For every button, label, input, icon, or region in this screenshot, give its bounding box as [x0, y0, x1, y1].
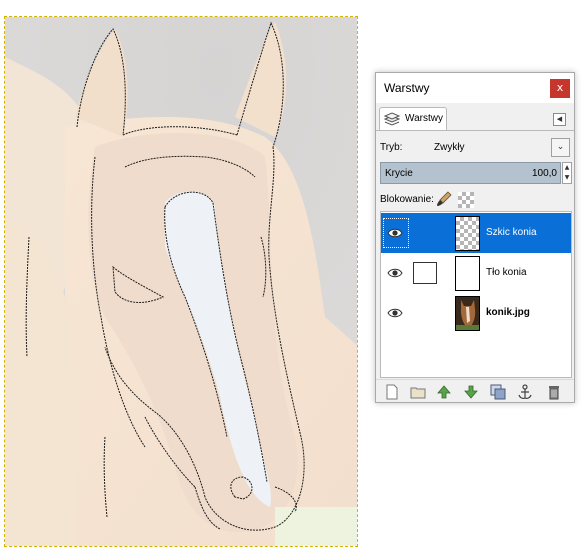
- layer-row-konik-jpg[interactable]: konik.jpg: [381, 293, 571, 333]
- spin-up-icon[interactable]: ▲: [563, 163, 571, 173]
- lock-alpha-icon[interactable]: [458, 192, 474, 208]
- duplicate-layer-icon[interactable]: [490, 384, 506, 400]
- opacity-value[interactable]: 100,0: [532, 168, 557, 179]
- mode-label: Tryb:: [380, 142, 403, 153]
- spin-down-icon[interactable]: ▼: [563, 173, 571, 183]
- layer-row-szkic-konia[interactable]: Szkic konia: [381, 213, 571, 253]
- new-layer-icon[interactable]: [384, 384, 400, 400]
- eye-icon[interactable]: [387, 306, 403, 320]
- mode-select[interactable]: Zwykły: [434, 142, 465, 153]
- tab-layers[interactable]: Warstwy: [379, 107, 447, 131]
- lower-layer-icon[interactable]: [463, 384, 479, 400]
- anchor-layer-icon[interactable]: [517, 384, 533, 400]
- lock-row: Blokowanie:: [376, 189, 574, 211]
- dialog-titlebar[interactable]: Warstwy x: [376, 73, 574, 103]
- eye-icon[interactable]: [387, 266, 403, 280]
- eye-icon[interactable]: [387, 226, 403, 240]
- tab-layers-label: Warstwy: [405, 113, 443, 124]
- layers-list: Szkic konia Tło konia konik.jpg: [380, 211, 572, 378]
- opacity-slider[interactable]: Krycie 100,0: [380, 162, 561, 184]
- layers-toolbar: [376, 379, 574, 403]
- tab-divider: [376, 130, 574, 131]
- raise-layer-icon[interactable]: [436, 384, 452, 400]
- chevron-down-icon[interactable]: ⌄: [551, 138, 570, 157]
- layer-thumbnail[interactable]: [455, 296, 480, 331]
- opacity-spinner: ▲ ▼: [562, 162, 572, 184]
- horse-image: [5, 17, 357, 546]
- layers-dialog: Warstwy x Warstwy ◀ Tryb: Zwykły ⌄ Kryci…: [375, 72, 575, 403]
- image-canvas[interactable]: [4, 16, 358, 547]
- dialog-title: Warstwy: [384, 81, 430, 95]
- layer-name[interactable]: Tło konia: [486, 267, 527, 278]
- layer-thumbnail[interactable]: [455, 216, 480, 251]
- layer-mask-thumbnail[interactable]: [413, 262, 437, 284]
- layer-name[interactable]: konik.jpg: [486, 307, 530, 318]
- tab-menu-button[interactable]: ◀: [553, 113, 566, 126]
- close-button[interactable]: x: [550, 79, 570, 98]
- layer-name[interactable]: Szkic konia: [486, 227, 537, 238]
- lock-pixels-icon[interactable]: [436, 191, 452, 207]
- layer-thumbnail[interactable]: [455, 256, 480, 291]
- opacity-label: Krycie: [385, 168, 413, 179]
- mode-row: Tryb: Zwykły ⌄: [376, 137, 574, 159]
- lock-label: Blokowanie:: [380, 194, 434, 205]
- delete-layer-icon[interactable]: [546, 384, 562, 400]
- new-group-icon[interactable]: [410, 384, 426, 400]
- gimp-workspace: Warstwy x Warstwy ◀ Tryb: Zwykły ⌄ Kryci…: [0, 0, 588, 550]
- layer-row-tlo-konia[interactable]: Tło konia: [381, 253, 571, 293]
- layers-icon: [383, 112, 401, 128]
